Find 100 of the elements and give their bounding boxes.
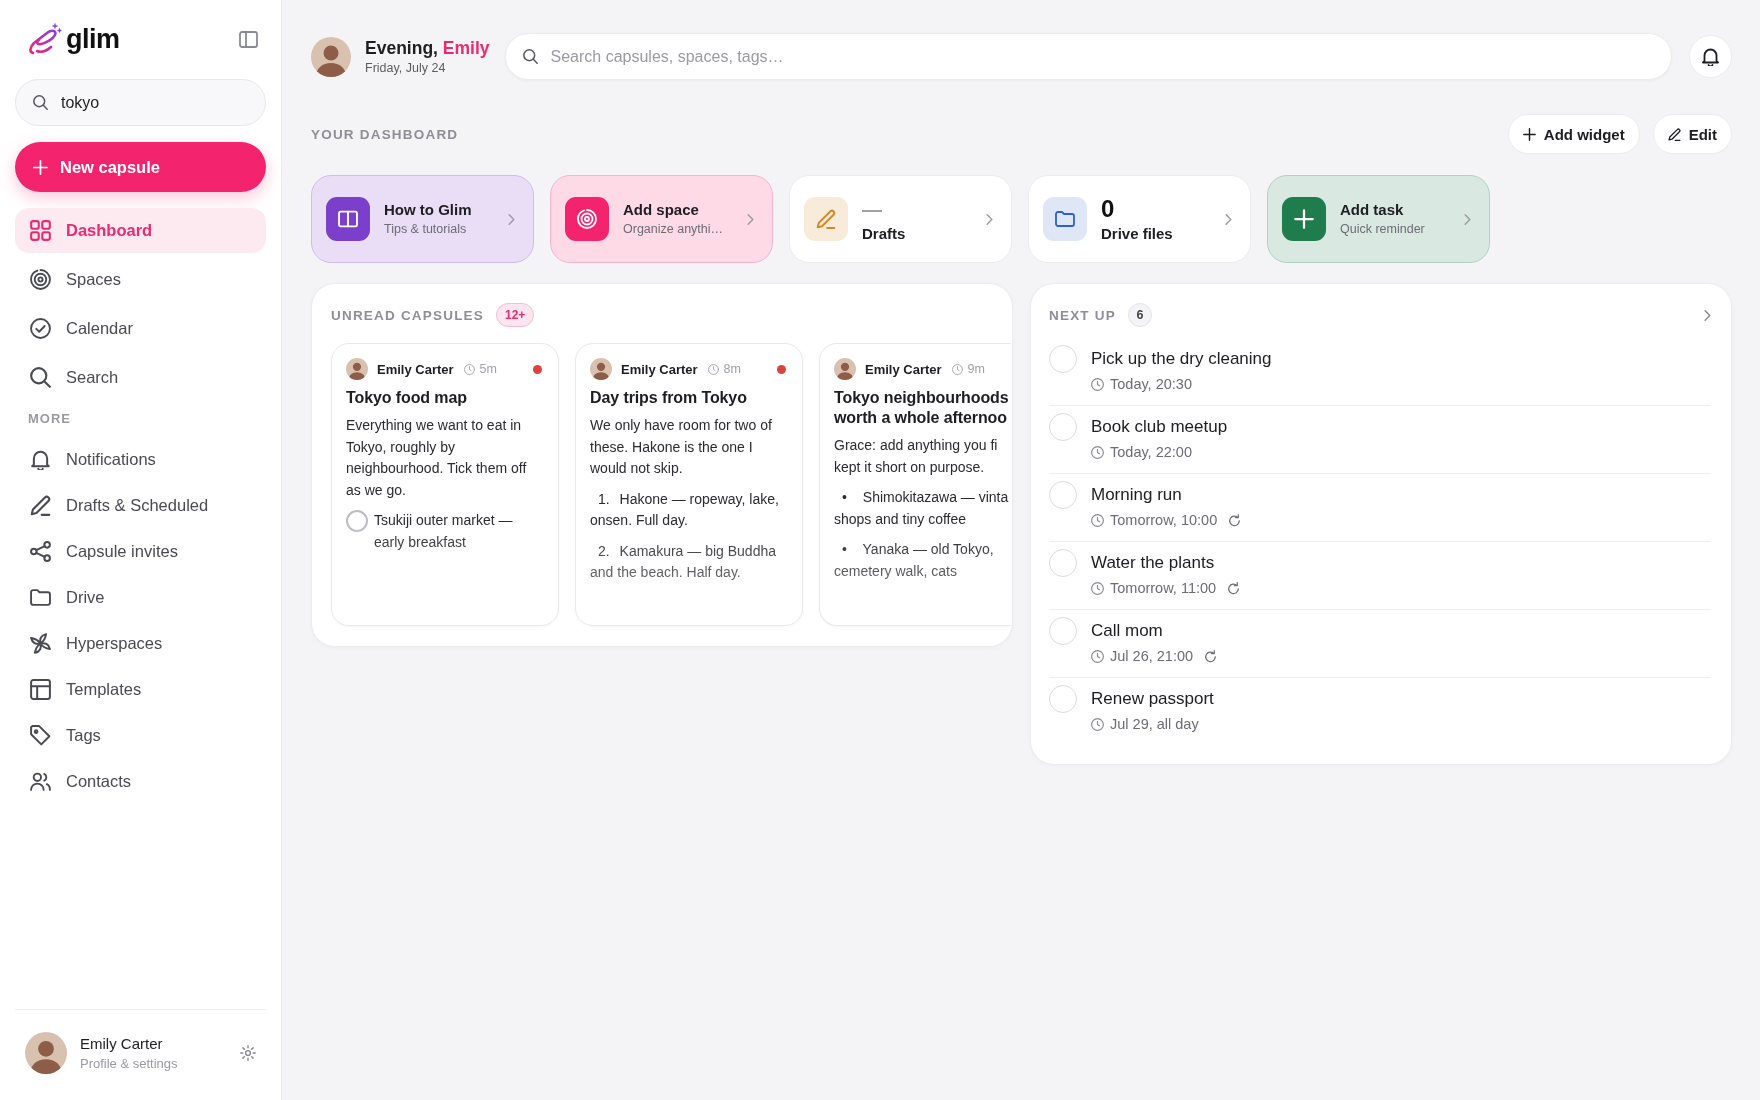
folder-icon — [30, 586, 51, 608]
shortcut-card[interactable]: How to Glim Tips & tutorials — [311, 175, 534, 263]
grid-icon — [30, 220, 51, 241]
nav-item[interactable]: Hyperspaces — [15, 622, 266, 664]
author-name: Emily Carter — [621, 361, 698, 377]
author-name: Emily Carter — [377, 361, 454, 377]
avatar — [311, 36, 351, 77]
capsule-title: Tokyo food map — [346, 388, 468, 408]
nav-item[interactable]: Contacts — [15, 760, 266, 802]
add-widget-button[interactable]: Add widget — [1507, 114, 1640, 154]
users-icon — [30, 770, 51, 792]
list-text: Tsukiji outer market — early breakfast — [374, 511, 514, 552]
card-title: Drive files — [1101, 224, 1174, 243]
nav-item[interactable]: Drive — [15, 576, 266, 618]
new-capsule-button[interactable]: New capsule — [15, 142, 266, 192]
search-field[interactable]: Search capsules, spaces, tags… — [504, 33, 1672, 80]
checkbox[interactable] — [346, 510, 368, 532]
nav-item[interactable]: Search — [15, 355, 266, 400]
task-time: Tomorrow, 10:00 — [1110, 511, 1218, 530]
capsule-title: Day trips from Tokyo — [590, 388, 748, 408]
list-item: 2. Kamakura — big Buddha and the beach. Half day. — [590, 541, 777, 582]
panel-icon[interactable] — [239, 31, 258, 48]
task-title: Water the plants — [1091, 552, 1216, 574]
card-subtitle: Tips & tutorials — [384, 222, 468, 237]
capsule-text: We only have room for two of these. Hakone is the one I would not skip. — [590, 416, 773, 478]
clock-icon — [1091, 377, 1104, 391]
sun-icon[interactable] — [240, 1045, 256, 1061]
time-text: 9m — [967, 362, 985, 376]
nav-item[interactable]: Dashboard — [15, 208, 266, 253]
section-title: UNREAD CAPSULES — [331, 307, 484, 323]
greeting-text: Evening, Emily — [365, 37, 490, 59]
bell-icon — [1702, 47, 1719, 66]
avatar — [590, 358, 612, 380]
shortcut-card[interactable]: — Drafts — [789, 175, 1012, 263]
clock-icon — [463, 363, 475, 375]
nav-item[interactable]: Notifications — [15, 438, 266, 480]
capsule-card[interactable] — [575, 343, 803, 626]
task-time: Today, 22:00 — [1110, 443, 1192, 462]
card-title: Drafts — [862, 224, 907, 243]
avatar — [346, 358, 368, 380]
layout-icon — [30, 678, 51, 700]
chevron-icon — [1225, 213, 1232, 225]
nav-item[interactable]: Calendar — [15, 306, 266, 351]
pencil-icon — [30, 494, 51, 516]
card-title: How to Glim — [384, 201, 473, 219]
bell-icon — [30, 448, 51, 470]
task-time: Tomorrow, 11:00 — [1110, 579, 1217, 598]
nav-item[interactable]: Capsule invites — [15, 530, 266, 572]
search-field[interactable]: tokyo — [15, 79, 266, 126]
edit-button[interactable]: Edit — [1652, 114, 1732, 154]
nav-item[interactable]: Templates — [15, 668, 266, 710]
count-badge: 12+ — [496, 303, 535, 327]
logo-text: glim — [66, 24, 120, 55]
nav-item[interactable]: Spaces — [15, 257, 266, 302]
section-label: MORE — [27, 411, 71, 427]
check-circle-icon — [30, 318, 51, 339]
author-name: Emily Carter — [865, 361, 942, 377]
clock-icon — [1091, 445, 1104, 459]
pinwheel-icon — [30, 632, 51, 654]
time-text: 8m — [723, 362, 741, 376]
chevron-icon — [747, 213, 754, 225]
task-title: Morning run — [1091, 484, 1183, 506]
chevron-icon — [508, 213, 515, 225]
clock-icon — [707, 363, 719, 375]
shortcut-card[interactable]: Add space Organize anythi… — [550, 175, 773, 263]
nav-item[interactable]: Drafts & Scheduled — [15, 484, 266, 526]
profile-name: Emily Carter — [80, 1034, 164, 1053]
nav-item[interactable]: Tags — [15, 714, 266, 756]
clock-icon — [1091, 649, 1104, 663]
section-title: YOUR DASHBOARD — [311, 126, 459, 142]
plus-icon — [1522, 127, 1536, 141]
stat-value: — — [862, 196, 883, 222]
date-text: Friday, July 24 — [365, 60, 447, 76]
shortcut-card[interactable]: Add task Quick reminder — [1267, 175, 1490, 263]
capsule-title: Tokyo neighbourhoods worth a whole afternoo — [834, 388, 1010, 428]
profile-subtitle: Profile & settings — [80, 1055, 178, 1072]
search-icon — [522, 48, 538, 64]
capsule-card[interactable]: Emily Carter 5m Tokyo food map Everything we want to eat in Tokyo, roughly by neighbourhood. Tick them off as we go. Tsukiji outer market — early breakfast — [331, 343, 559, 626]
chevron-icon — [1464, 213, 1471, 225]
capsule-card[interactable]: Emily Carter 9m Tokyo neighbourhoods worth a whole afternoo Grace: add anything you fi kept it short on purpose. • Shimokitazawa — vinta shops and tiny coffee • Yanaka — old Tokyo, cemetery walk, cats — [819, 343, 1011, 626]
capsule-text: kept it short on purpose. — [834, 457, 986, 477]
clock-icon — [1091, 581, 1104, 595]
plus-icon — [33, 159, 48, 175]
clock-icon — [951, 363, 963, 375]
card-subtitle: Quick reminder — [1340, 222, 1426, 237]
shortcut-card[interactable]: 0 Drive files — [1028, 175, 1251, 263]
capsule-text: Everything we want to eat in Tokyo, roughly by neighbourhood. Tick them off as we go. — [346, 416, 528, 500]
pencil-icon — [1667, 127, 1681, 141]
chevron-icon — [986, 213, 993, 225]
section-title: NEXT UP — [1049, 307, 1116, 323]
task-title: Pick up the dry cleaning — [1091, 348, 1272, 370]
card-title: Add task — [1340, 201, 1405, 219]
count-badge: 6 — [1127, 303, 1152, 327]
clock-icon — [1091, 513, 1104, 527]
avatar — [25, 1032, 67, 1074]
chevron-icon[interactable] — [1704, 309, 1711, 321]
search-icon — [33, 94, 48, 110]
stat-value: 0 — [1101, 195, 1116, 222]
share-icon — [30, 540, 51, 562]
clock-icon — [1091, 717, 1104, 731]
